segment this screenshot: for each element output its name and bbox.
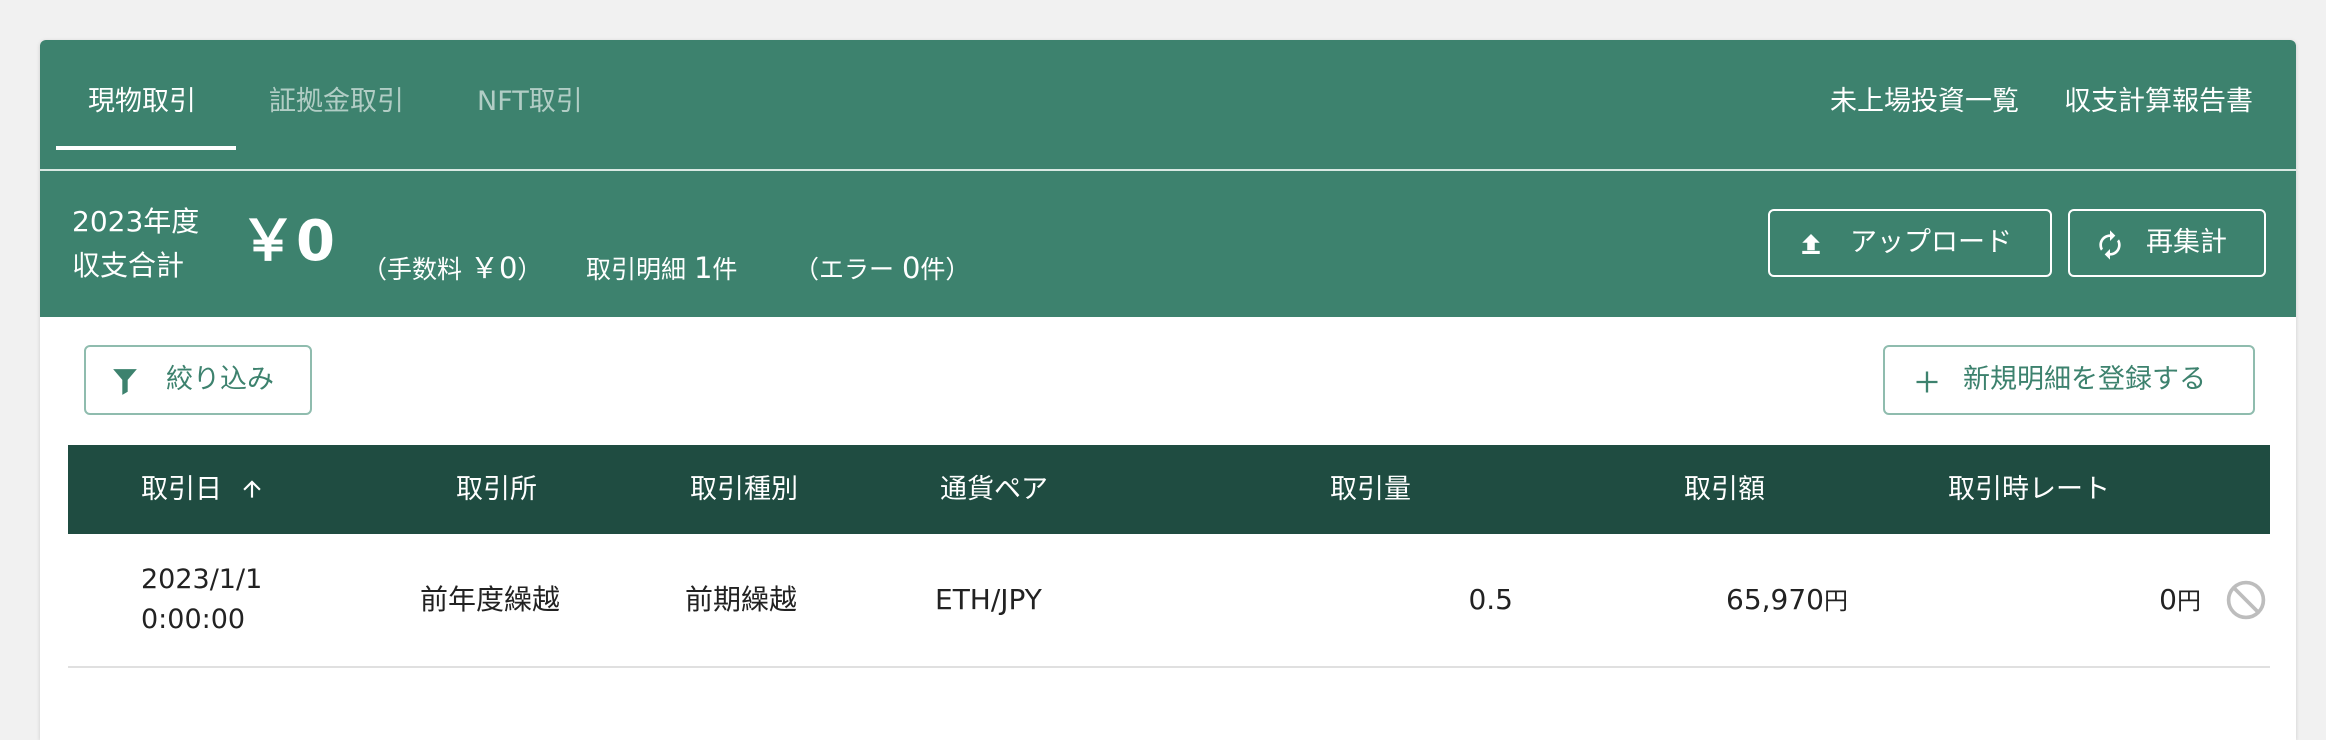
tab-margin[interactable]: 証拠金取引 — [269, 40, 404, 169]
column-header-amount[interactable]: 取引量 — [1330, 445, 1411, 534]
column-header-type[interactable]: 取引種別 — [690, 445, 798, 534]
column-header-value[interactable]: 取引額 — [1684, 445, 1765, 534]
error-prefix: （エラー — [794, 255, 895, 284]
row-amount: 0.5 — [1468, 583, 1513, 616]
table-header: 取引日 取引所 取引種別 通貨ペア 取引量 取引額 取引時レート — [68, 445, 2270, 534]
block-icon[interactable] — [2224, 578, 2268, 622]
row-rate-unit: 円 — [2177, 587, 2201, 615]
total-label: 収支合計 — [72, 249, 185, 282]
detail-label: 取引明細 — [586, 255, 687, 284]
new-entry-button[interactable]: 新規明細を登録する — [1883, 345, 2255, 415]
row-rate-number: 0 — [2159, 583, 2177, 616]
row-date-time: 0:00:00 — [141, 604, 246, 635]
fee-suffix: ） — [517, 255, 543, 284]
row-exchange: 前年度繰越 — [420, 583, 561, 616]
detail-summary: 取引明細 1件 — [586, 253, 737, 285]
upload-button-label: アップロード — [1850, 227, 2012, 258]
row-date-day: 2023/1/1 — [141, 564, 263, 595]
arrow-up-icon — [242, 480, 261, 498]
table-row[interactable]: 2023/1/1 0:00:00 前年度繰越 前期繰越 ETH/JPY 0.5 … — [68, 534, 2270, 668]
unlisted-investments-link[interactable]: 未上場投資一覧 — [1830, 40, 2019, 169]
error-unit: 件） — [920, 255, 971, 284]
total-value: ￥0 — [240, 209, 335, 274]
column-header-date[interactable]: 取引日 — [141, 445, 265, 534]
error-summary: （エラー 0件） — [794, 253, 970, 285]
upload-button[interactable]: アップロード — [1768, 209, 2052, 277]
row-value-number: 65,970 — [1726, 583, 1824, 616]
tab-nft[interactable]: NFT取引 — [477, 40, 583, 169]
row-value: 65,970円 — [1608, 580, 1848, 621]
summary-band: 2023年度 収支合計 ￥0 （手数料 ￥0） 取引明細 1件 （エラー 0件）… — [40, 171, 2296, 317]
income-report-link[interactable]: 収支計算報告書 — [2064, 40, 2253, 169]
upload-icon — [1802, 234, 1820, 254]
column-header-date-label: 取引日 — [141, 474, 222, 505]
fee-prefix: （手数料 — [362, 255, 463, 284]
row-pair: ETH/JPY — [935, 583, 1042, 616]
active-tab-indicator — [56, 146, 236, 150]
recalc-button-label: 再集計 — [2146, 227, 2227, 258]
fee-summary: （手数料 ￥0） — [362, 253, 542, 285]
filter-icon — [113, 369, 137, 395]
fee-value: ￥0 — [469, 251, 518, 285]
column-header-pair[interactable]: 通貨ペア — [940, 445, 1048, 534]
column-header-rate[interactable]: 取引時レート — [1948, 445, 2110, 534]
transactions-card: 現物取引 証拠金取引 NFT取引 未上場投資一覧 収支計算報告書 2023年度 … — [40, 40, 2296, 740]
filter-button-label: 絞り込み — [166, 364, 274, 395]
row-rate: 0円 — [1968, 580, 2201, 621]
new-entry-button-label: 新規明細を登録する — [1963, 364, 2206, 395]
error-count: 0 — [901, 251, 921, 285]
recalc-button[interactable]: 再集計 — [2068, 209, 2266, 277]
plus-icon — [1916, 371, 1938, 393]
detail-unit: 件 — [712, 255, 738, 284]
fiscal-year-label: 2023年度 — [72, 205, 200, 238]
tab-bar: 現物取引 証拠金取引 NFT取引 未上場投資一覧 収支計算報告書 — [40, 40, 2296, 169]
row-date: 2023/1/1 0:00:00 — [141, 560, 262, 640]
filter-button[interactable]: 絞り込み — [84, 345, 312, 415]
row-value-unit: 円 — [1824, 587, 1848, 615]
refresh-icon — [2099, 230, 2121, 260]
detail-count: 1 — [693, 251, 713, 285]
row-type: 前期繰越 — [685, 583, 798, 616]
column-header-exchange[interactable]: 取引所 — [456, 445, 537, 534]
